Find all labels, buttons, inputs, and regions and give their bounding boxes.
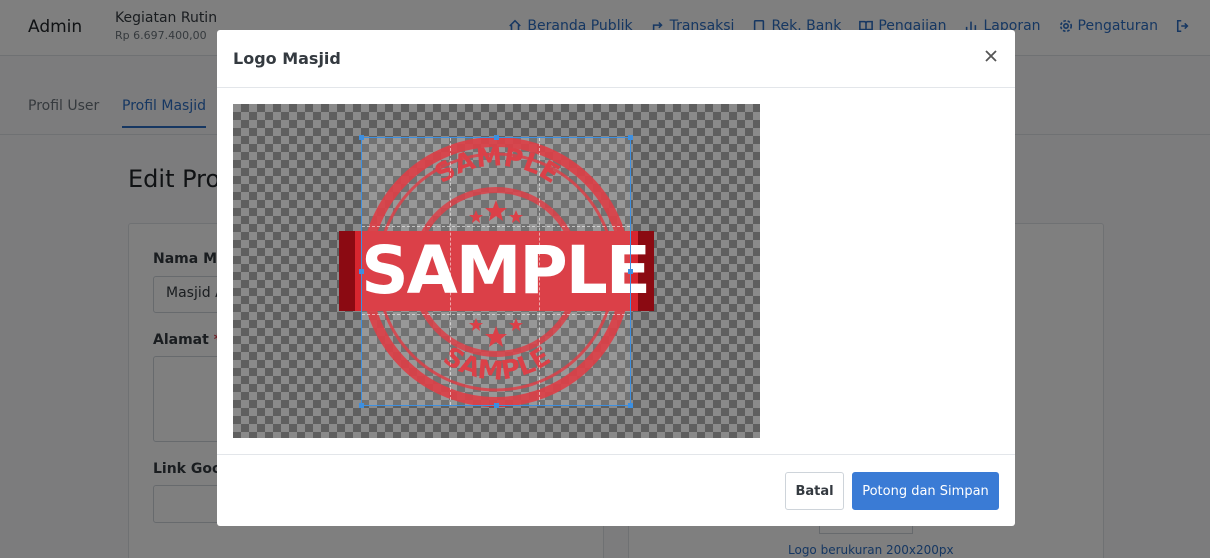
crop-selection-box[interactable] [359, 135, 633, 408]
cancel-button[interactable]: Batal [785, 472, 844, 510]
modal-header: Logo Masjid [217, 30, 1015, 88]
crop-handle-right[interactable] [628, 269, 633, 274]
crop-handle-top-left[interactable] [359, 135, 364, 140]
crop-handle-left[interactable] [359, 269, 364, 274]
logo-crop-modal: Logo Masjid SAMPLE SAMPLE SAMPLE Batal P… [217, 30, 1015, 526]
crop-guide-line [362, 226, 630, 228]
modal-footer: Batal Potong dan Simpan [217, 454, 1015, 526]
crop-handle-bottom-left[interactable] [359, 403, 364, 408]
crop-handle-top[interactable] [494, 135, 499, 140]
image-crop-area[interactable]: SAMPLE SAMPLE SAMPLE [233, 104, 760, 438]
crop-guide-line [538, 138, 540, 405]
modal-title: Logo Masjid [233, 49, 341, 68]
crop-handle-bottom-right[interactable] [628, 403, 633, 408]
close-button[interactable] [981, 46, 1001, 66]
crop-handle-bottom[interactable] [494, 403, 499, 408]
crop-guide-line [362, 314, 630, 316]
crop-and-save-button[interactable]: Potong dan Simpan [852, 472, 999, 510]
crop-handle-top-right[interactable] [628, 135, 633, 140]
crop-guide-line [450, 138, 452, 405]
close-icon [985, 50, 997, 62]
